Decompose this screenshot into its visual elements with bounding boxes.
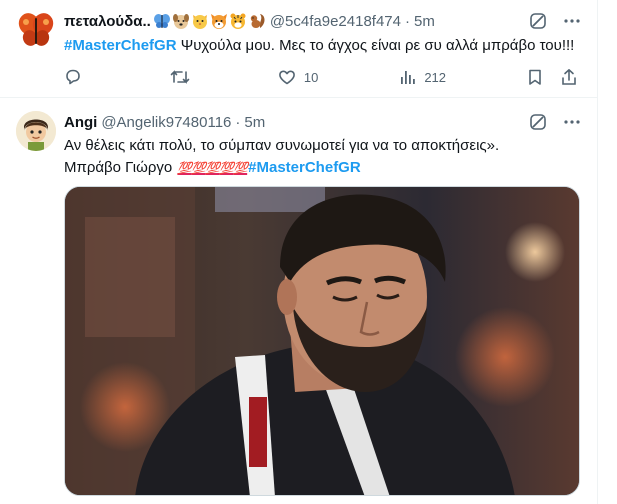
tweet[interactable]: πεταλούδα.. @5c4fa9e2418f474 · 5m #Maste… xyxy=(0,0,598,98)
header-actions xyxy=(528,11,582,31)
share-button[interactable] xyxy=(560,68,580,86)
butterfly-avatar-image xyxy=(18,13,54,46)
tweet-actions: 10 212 xyxy=(64,66,580,88)
views-count: 212 xyxy=(424,69,447,85)
tweet-header: πεταλούδα.. @5c4fa9e2418f474 · 5m xyxy=(64,11,582,31)
hundred-points-emoji: 💯 xyxy=(233,161,248,176)
more-icon[interactable] xyxy=(562,112,582,132)
handle[interactable]: @Angelik97480116 xyxy=(101,114,231,131)
avatar[interactable] xyxy=(16,111,56,151)
hundred-points-emoji: 💯 xyxy=(191,161,206,176)
tweet-text: Αν θέλεις κάτι πολύ, το σύμπαν συνωμοτεί… xyxy=(64,135,580,179)
cat-face-emoji xyxy=(192,15,207,29)
grok-icon[interactable] xyxy=(528,112,548,132)
squirrel-emoji xyxy=(250,14,265,28)
tweet-line-2-prefix: Μπράβο Γιώργο xyxy=(64,159,177,176)
retweet-button[interactable] xyxy=(170,68,198,86)
hundred-points-emojis: 💯 💯 💯 💯 💯 xyxy=(177,157,248,179)
tweet-media-photo[interactable] xyxy=(64,186,580,496)
tweet-line-2: Μπράβο Γιώργο 💯 💯 💯 💯 💯 #MasterChefGR xyxy=(64,157,580,179)
like-icon xyxy=(279,70,295,85)
hashtag-link[interactable]: #MasterChefGR xyxy=(64,37,177,54)
avatar[interactable] xyxy=(16,10,56,50)
tweet-header: Angi @Angelik97480116 · 5m xyxy=(64,112,582,132)
separator: · xyxy=(235,113,241,131)
display-name[interactable]: Angi xyxy=(64,114,97,131)
timeline: πεταλούδα.. @5c4fa9e2418f474 · 5m #Maste… xyxy=(0,0,598,504)
hundred-points-emoji: 💯 xyxy=(219,161,234,176)
views-icon xyxy=(401,71,416,84)
reply-button[interactable] xyxy=(64,68,90,86)
tweet[interactable]: Angi @Angelik97480116 · 5m Αν θέλεις κάτ… xyxy=(0,98,598,504)
cartoon-avatar-image xyxy=(16,111,56,151)
butterfly-emoji xyxy=(153,14,170,28)
tiger-face-emoji xyxy=(230,13,246,29)
handle[interactable]: @5c4fa9e2418f474 xyxy=(270,13,401,30)
timestamp[interactable]: 5m xyxy=(244,114,265,131)
retweet-icon xyxy=(170,70,190,84)
display-name[interactable]: πεταλούδα.. xyxy=(64,13,151,30)
chef-photo xyxy=(65,187,579,495)
hundred-points-emoji: 💯 xyxy=(177,161,192,176)
separator: · xyxy=(404,12,410,30)
secondary-actions xyxy=(526,68,580,86)
grok-icon[interactable] xyxy=(528,11,548,31)
like-count: 10 xyxy=(303,69,319,85)
bookmark-icon xyxy=(529,69,541,85)
dog-face-emoji xyxy=(172,14,189,29)
bookmark-button[interactable] xyxy=(526,68,546,86)
tweet-line-1: Αν θέλεις κάτι πολύ, το σύμπαν συνωμοτεί… xyxy=(64,137,500,154)
reply-icon xyxy=(66,69,80,85)
name-emojis xyxy=(153,12,266,30)
hundred-points-emoji: 💯 xyxy=(205,161,220,176)
like-button[interactable]: 10 xyxy=(278,68,318,86)
share-icon xyxy=(562,69,576,85)
fox-face-emoji xyxy=(210,14,227,29)
hashtag-link[interactable]: #MasterChefGR xyxy=(248,159,361,176)
tweet-text: #MasterChefGR Ψυχούλα μου. Μες το άγχος … xyxy=(64,35,580,57)
header-actions xyxy=(528,112,582,132)
tweet-body: Ψυχούλα μου. Μες το άγχος είναι ρε συ αλ… xyxy=(176,37,575,54)
more-icon[interactable] xyxy=(562,11,582,31)
views-button[interactable]: 212 xyxy=(398,68,446,86)
timestamp[interactable]: 5m xyxy=(414,13,435,30)
